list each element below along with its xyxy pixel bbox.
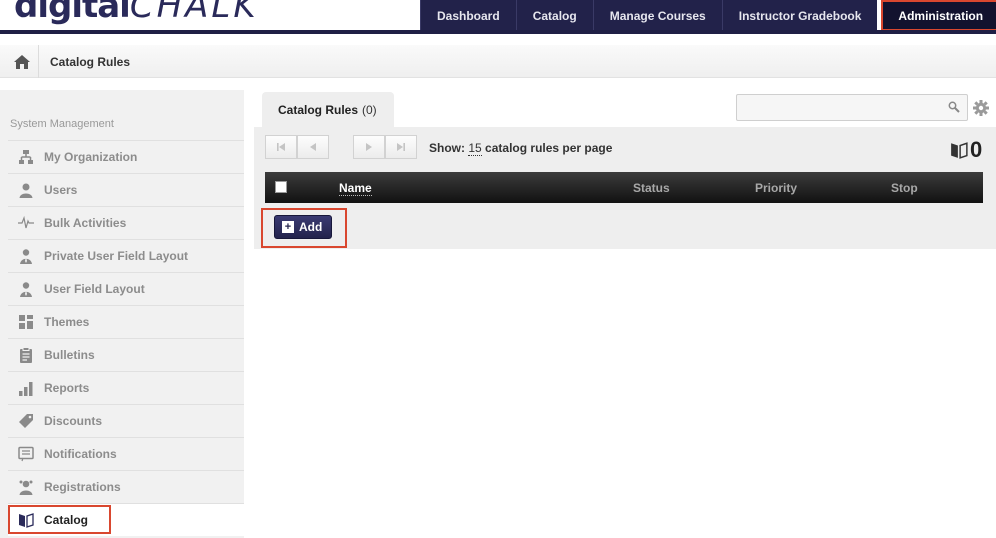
sidebar-item-private-user-field-layout[interactable]: Private User Field Layout — [8, 239, 244, 272]
org-chart-icon — [16, 148, 36, 166]
pulse-icon — [16, 214, 36, 232]
sidebar-heading: System Management — [10, 118, 114, 130]
sidebar-item-users[interactable]: Users — [8, 173, 244, 206]
sidebar-item-label: Themes — [44, 315, 90, 329]
logo-subtext: CHALK — [129, 0, 259, 26]
sidebar-item-reports[interactable]: Reports — [8, 371, 244, 404]
sidebar-item-label: Notifications — [44, 447, 117, 461]
sidebar-item-notifications[interactable]: Notifications — [8, 437, 244, 470]
user-field-icon — [16, 247, 36, 265]
column-header-name[interactable]: Name — [339, 181, 372, 196]
plus-icon: + — [282, 221, 294, 233]
column-header-stop: Stop — [891, 181, 918, 195]
previous-page-icon — [310, 143, 316, 151]
sidebar-item-label: My Organization — [44, 150, 138, 164]
sidebar-item-themes[interactable]: Themes — [8, 305, 244, 338]
per-page-value[interactable]: 15 — [468, 141, 482, 156]
sidebar-item-label: Private User Field Layout — [44, 249, 189, 263]
home-icon[interactable] — [13, 54, 31, 70]
themes-grid-icon — [16, 313, 36, 331]
user-icon — [16, 181, 36, 199]
nav-tab-administration[interactable]: Administration — [881, 0, 996, 31]
column-header-status: Status — [633, 181, 670, 195]
registrations-icon — [16, 478, 36, 496]
total-count-value: 0 — [970, 137, 983, 162]
main-nav: Dashboard Catalog Manage Courses Instruc… — [420, 0, 996, 31]
sidebar-item-discounts[interactable]: Discounts — [8, 404, 244, 437]
bar-chart-icon — [16, 379, 36, 397]
breadcrumb: Catalog Rules — [0, 45, 996, 78]
last-page-button[interactable] — [385, 135, 417, 159]
tab-label: Catalog Rules — [278, 102, 359, 117]
sidebar-item-user-field-layout[interactable]: User Field Layout — [8, 272, 244, 305]
clipboard-icon — [16, 346, 36, 364]
sidebar-item-label: Registrations — [44, 480, 121, 494]
nav-tab-manage-courses[interactable]: Manage Courses — [592, 0, 722, 31]
top-bar: digitalCHALK Dashboard Catalog Manage Co… — [0, 0, 996, 34]
sidebar: System Management My Organization Users … — [0, 90, 244, 538]
first-page-icon — [277, 143, 285, 151]
catalog-highlight-box — [8, 505, 111, 534]
sidebar-item-label: Discounts — [44, 414, 103, 428]
digitalchalk-logo[interactable]: digitalCHALK — [14, 0, 259, 26]
sidebar-list: My Organization Users Bulk Activities Pr… — [8, 140, 244, 536]
previous-page-button[interactable] — [297, 135, 329, 159]
sidebar-item-bulletins[interactable]: Bulletins — [8, 338, 244, 371]
search-icon[interactable] — [948, 101, 960, 113]
next-page-button[interactable] — [353, 135, 385, 159]
tag-icon — [16, 412, 36, 430]
sidebar-item-label: Bulletins — [44, 348, 95, 362]
sidebar-item-label: Users — [44, 183, 78, 197]
page-title: Catalog Rules — [50, 55, 131, 69]
table-header: Name Status Priority Stop — [265, 172, 983, 203]
sidebar-item-label: Reports — [44, 381, 90, 395]
show-label: Show: — [429, 141, 465, 155]
next-page-icon — [366, 143, 372, 151]
logo-text: digital — [14, 0, 131, 26]
nav-tab-instructor-gradebook[interactable]: Instructor Gradebook — [721, 0, 878, 31]
sidebar-item-bulk-activities[interactable]: Bulk Activities — [8, 206, 244, 239]
tab-count: (0) — [362, 102, 377, 117]
sidebar-item-label: User Field Layout — [44, 282, 145, 296]
nav-tab-dashboard[interactable]: Dashboard — [420, 0, 516, 31]
page-size-selector: Show: 15 catalog rules per page — [429, 141, 613, 156]
nav-band — [0, 30, 996, 34]
select-all-checkbox[interactable] — [275, 181, 287, 193]
user-field-icon — [16, 280, 36, 298]
last-page-icon — [397, 143, 405, 151]
search-input[interactable] — [736, 94, 968, 121]
breadcrumb-divider — [38, 45, 39, 78]
per-page-suffix: catalog rules per page — [485, 141, 613, 155]
sidebar-item-registrations[interactable]: Registrations — [8, 470, 244, 503]
column-header-priority: Priority — [755, 181, 798, 195]
message-icon — [16, 445, 36, 463]
nav-tab-catalog[interactable]: Catalog — [515, 0, 593, 31]
tab-catalog-rules[interactable]: Catalog Rules (0) — [262, 92, 394, 127]
first-page-button[interactable] — [265, 135, 297, 159]
book-icon — [951, 142, 968, 159]
gear-icon[interactable] — [972, 99, 990, 117]
add-button[interactable]: + Add — [274, 215, 332, 239]
sidebar-item-my-organization[interactable]: My Organization — [8, 140, 244, 173]
add-button-label: Add — [299, 220, 323, 234]
sidebar-item-label: Bulk Activities — [44, 216, 127, 230]
total-count: 0 — [950, 137, 982, 163]
